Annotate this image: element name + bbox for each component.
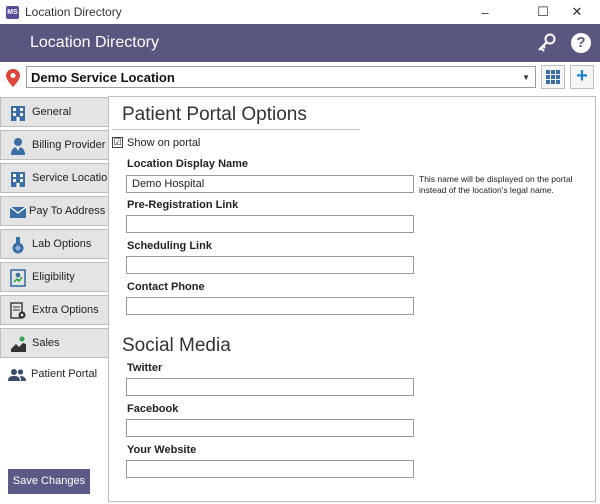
chevron-down-icon: ▼: [522, 73, 530, 82]
sidebar-item-label: Billing Provider: [32, 139, 106, 151]
patient-portal-section-title: Patient Portal Options: [122, 104, 307, 125]
sidebar-item-extra-options[interactable]: Extra Options: [0, 295, 109, 325]
location-bar: Demo Service Location ▼ +: [0, 62, 600, 92]
twitter-label: Twitter: [127, 362, 163, 374]
show-on-portal-checkbox[interactable]: ☑: [112, 137, 123, 148]
sidebar-item-billing-provider[interactable]: Billing Provider: [0, 130, 109, 160]
sidebar-item-eligibility[interactable]: Eligibility: [0, 262, 109, 292]
window-title: Location Directory: [25, 5, 122, 19]
facebook-input[interactable]: [126, 419, 414, 437]
sidebar-item-label: Pay To Address: [29, 205, 106, 217]
contact-phone-label: Contact Phone: [127, 281, 205, 293]
display-name-hint: This name will be displayed on the porta…: [419, 174, 573, 195]
save-changes-button[interactable]: Save Changes: [8, 469, 90, 494]
section-divider: [112, 129, 360, 130]
pre-registration-link-label: Pre-Registration Link: [127, 199, 239, 211]
sidebar-item-label: Patient Portal: [31, 368, 98, 380]
display-name-label: Location Display Name: [127, 158, 249, 170]
sidebar-item-lab-options[interactable]: Lab Options: [0, 229, 109, 259]
id-card-icon: [10, 269, 26, 287]
provider-icon: [11, 138, 25, 155]
sidebar-item-label: Service Location: [32, 172, 114, 184]
app-header: Location Directory ?: [0, 24, 600, 62]
document-gear-icon: [10, 302, 26, 319]
sidebar-item-service-location[interactable]: Service Location: [0, 163, 113, 193]
sidebar-item-label: Lab Options: [32, 238, 92, 250]
envelope-icon: [9, 206, 27, 218]
display-name-input[interactable]: Demo Hospital: [126, 175, 414, 193]
sidebar-item-sales[interactable]: Sales: [0, 328, 109, 358]
sidebar-item-label: Sales: [32, 337, 60, 349]
minimize-button[interactable]: –: [462, 0, 508, 24]
flask-icon: [12, 237, 24, 254]
location-select-value: Demo Service Location: [31, 70, 175, 85]
website-input[interactable]: [126, 460, 414, 478]
twitter-input[interactable]: [126, 378, 414, 396]
sales-icon: [11, 336, 26, 352]
show-on-portal-label: Show on portal: [127, 137, 201, 149]
location-select[interactable]: Demo Service Location ▼: [26, 66, 536, 88]
people-icon: [8, 369, 26, 381]
building-icon: [11, 172, 25, 187]
sidebar-item-pay-to-address[interactable]: Pay To Address: [0, 196, 109, 226]
key-icon[interactable]: [535, 32, 557, 54]
scheduling-link-input[interactable]: [126, 256, 414, 274]
sidebar-item-label: Eligibility: [32, 271, 75, 283]
sidebar-item-label: General: [32, 106, 72, 118]
app-logo-icon: MS: [6, 6, 19, 19]
grid-view-button[interactable]: [541, 65, 565, 89]
page-title: Location Directory: [30, 34, 159, 51]
facebook-label: Facebook: [127, 403, 179, 415]
sidebar: General Billing Provider Service Locatio…: [0, 97, 113, 502]
sidebar-item-label: Extra Options: [32, 304, 99, 316]
website-label: Your Website: [127, 444, 197, 456]
location-pin-icon: [6, 69, 20, 87]
pre-registration-link-input[interactable]: [126, 215, 414, 233]
window-titlebar: MS Location Directory – ☐ ✕: [0, 0, 600, 24]
building-icon: [11, 106, 25, 121]
grid-icon: [546, 70, 560, 84]
contact-phone-input[interactable]: [126, 297, 414, 315]
add-location-button[interactable]: +: [570, 65, 594, 89]
social-media-section-title: Social Media: [122, 335, 231, 356]
close-button[interactable]: ✕: [554, 0, 600, 24]
scheduling-link-label: Scheduling Link: [127, 240, 212, 252]
sidebar-item-general[interactable]: General: [0, 97, 109, 127]
sidebar-item-patient-portal[interactable]: Patient Portal: [0, 360, 109, 390]
help-button[interactable]: ?: [571, 33, 591, 53]
